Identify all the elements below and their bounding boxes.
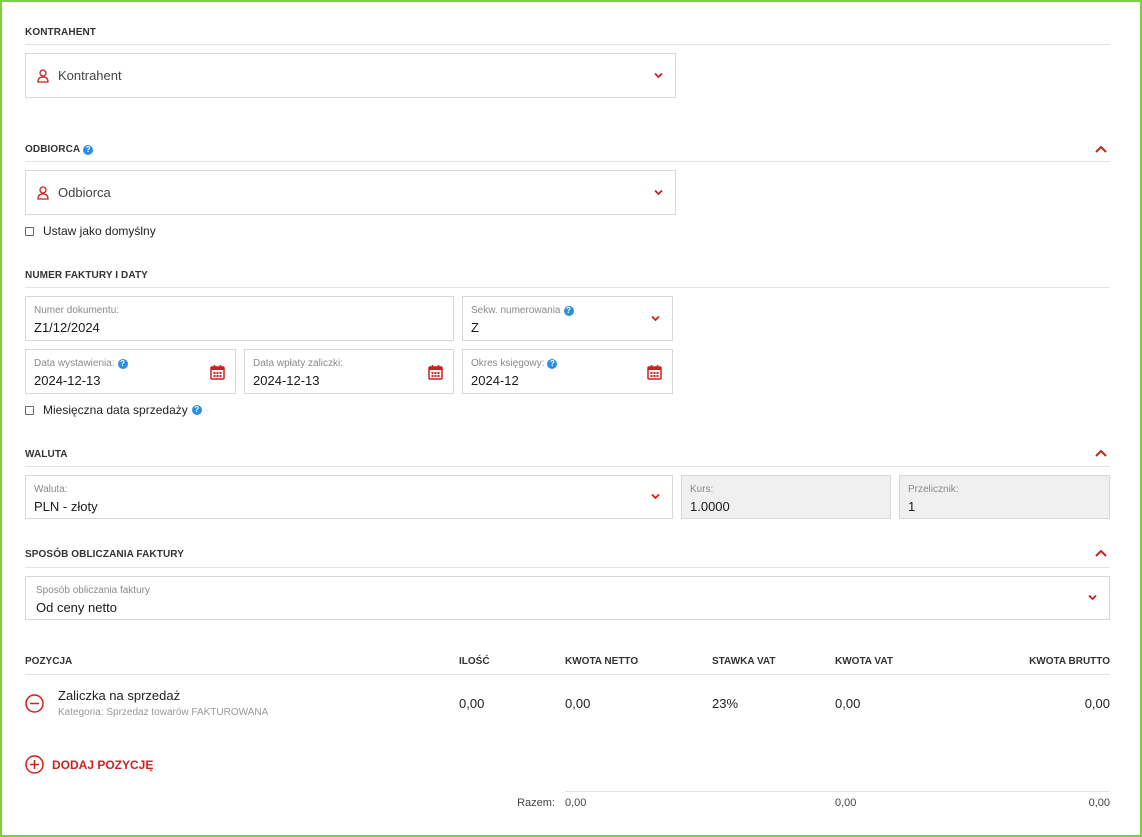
row-name: Zaliczka na sprzedaż [58, 688, 181, 703]
person-icon [37, 68, 49, 83]
monthly-date-checkbox[interactable] [25, 406, 34, 415]
separator [25, 44, 1110, 45]
row-gross: 0,00 [1084, 696, 1110, 711]
issue-date-value: 2024-12-13 [34, 373, 101, 388]
col-header-position: POZYCJA [25, 656, 73, 667]
totals-vat: 0,00 [835, 797, 857, 809]
currency-value: PLN - złoty [34, 499, 98, 514]
payment-date-field[interactable]: Data wpłaty zaliczki: 2024-12-13 [244, 349, 454, 394]
method-value: Od ceny netto [36, 600, 117, 615]
chevron-down-icon [651, 315, 660, 321]
col-header-net: KWOTA NETTO [565, 656, 639, 667]
odbiorca-placeholder: Odbiorca [58, 184, 111, 200]
separator [25, 567, 1110, 568]
calendar-icon[interactable] [428, 364, 443, 380]
remove-row-icon[interactable] [25, 694, 44, 713]
currency-select[interactable]: Waluta: PLN - złoty [25, 475, 673, 519]
calendar-icon[interactable] [647, 364, 662, 380]
odbiorca-select[interactable]: Odbiorca [25, 170, 676, 215]
section-title-waluta: WALUTA [25, 449, 68, 460]
payment-date-value: 2024-12-13 [253, 373, 320, 388]
totals-net: 0,00 [565, 797, 587, 809]
help-icon[interactable]: ? [191, 405, 202, 415]
person-icon [37, 185, 49, 200]
payment-date-label: Data wpłaty zaliczki: [253, 358, 344, 369]
section-title-odbiorca: ODBIORCA ? [25, 144, 94, 155]
doc-number-value: Z1/12/2024 [34, 320, 100, 335]
row-net: 0,00 [565, 696, 591, 711]
method-label: Sposób obliczania faktury [36, 585, 150, 596]
row-vat-rate: 23% [712, 696, 739, 711]
add-position-label: DODAJ POZYCJĘ [52, 757, 154, 772]
help-icon[interactable]: ? [83, 144, 94, 155]
section-title-sposob: SPOSÓB OBLICZANIA FAKTURY [25, 549, 184, 560]
totals-gross: 0,00 [1088, 797, 1110, 809]
period-value: 2024-12 [471, 373, 519, 388]
section-title-numer: NUMER FAKTURY I DATY [25, 270, 148, 281]
separator [25, 466, 1110, 467]
default-odbiorca-checkbox[interactable] [25, 227, 34, 236]
issue-date-label: Data wystawienia:? [34, 358, 128, 369]
rate-value: 1.0000 [690, 499, 730, 514]
calendar-icon[interactable] [210, 364, 225, 380]
help-icon[interactable]: ? [563, 305, 574, 316]
section-title-kontrahent: KONTRAHENT [25, 27, 96, 38]
issue-date-field[interactable]: Data wystawienia:? 2024-12-13 [25, 349, 236, 394]
seq-label: Sekw. numerowania? [471, 305, 574, 316]
kontrahent-placeholder: Kontrahent [58, 67, 122, 83]
converter-label: Przelicznik: [908, 484, 959, 495]
period-field[interactable]: Okres księgowy:? 2024-12 [462, 349, 673, 394]
chevron-down-icon [1088, 594, 1097, 601]
col-header-gross: KWOTA BRUTTO [1029, 656, 1110, 667]
rate-label: Kurs: [690, 484, 714, 495]
row-vat: 0,00 [835, 696, 861, 711]
collapse-waluta-icon[interactable] [1094, 448, 1108, 458]
doc-number-field[interactable]: Numer dokumentu: Z1/12/2024 [25, 296, 454, 341]
rate-field: Kurs: 1.0000 [681, 475, 891, 519]
help-icon[interactable]: ? [547, 358, 558, 369]
collapse-odbiorca-icon[interactable] [1094, 144, 1108, 154]
totals-separator [565, 791, 1110, 792]
row-qty: 0,00 [459, 696, 485, 711]
collapse-sposob-icon[interactable] [1094, 548, 1108, 558]
chevron-down-icon [654, 72, 663, 78]
add-position-button[interactable]: DODAJ POZYCJĘ [25, 755, 153, 774]
monthly-date-label: Miesięczna data sprzedaży? [43, 403, 202, 417]
method-select[interactable]: Sposób obliczania faktury Od ceny netto [25, 576, 1110, 620]
seq-value: Z [471, 320, 479, 335]
period-label: Okres księgowy:? [471, 358, 558, 369]
seq-select[interactable]: Sekw. numerowania? Z [462, 296, 673, 341]
help-icon[interactable]: ? [117, 358, 128, 369]
doc-number-label: Numer dokumentu: [34, 305, 120, 316]
separator [25, 674, 1110, 675]
default-odbiorca-label: Ustaw jako domyślny [43, 224, 156, 238]
col-header-vat: KWOTA VAT [835, 656, 893, 667]
row-category: Kategoria: Sprzedaz towarów FAKTUROWANA [58, 707, 269, 718]
kontrahent-select[interactable]: Kontrahent [25, 53, 676, 98]
chevron-down-icon [654, 189, 663, 195]
separator [25, 287, 1110, 288]
chevron-down-icon [651, 493, 660, 500]
converter-field: Przelicznik: 1 [899, 475, 1110, 519]
totals-label: Razem: [517, 797, 555, 809]
col-header-qty: ILOŚĆ [459, 656, 490, 667]
col-header-vat-rate: STAWKA VAT [712, 656, 776, 667]
plus-circle-icon [25, 755, 44, 774]
converter-value: 1 [908, 499, 916, 514]
separator [25, 161, 1110, 162]
currency-label: Waluta: [34, 484, 68, 495]
